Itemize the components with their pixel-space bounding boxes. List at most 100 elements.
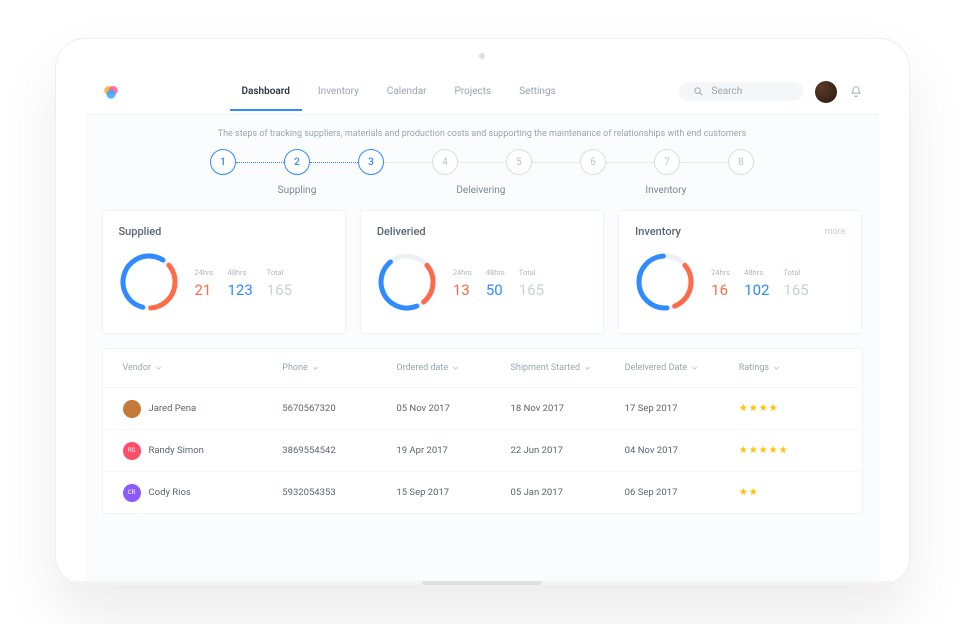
- delivered-date: 06 Sep 2017: [625, 487, 739, 498]
- column-header[interactable]: Vendor: [123, 363, 283, 373]
- laptop-base: [55, 581, 910, 586]
- metric-label: 48hrs: [227, 268, 252, 277]
- step-label: Inventory: [645, 185, 686, 196]
- step-connector: [384, 162, 432, 163]
- column-header[interactable]: Deleivered Date: [625, 363, 739, 373]
- step-5[interactable]: 5: [506, 149, 532, 175]
- step-label: Suppling: [278, 185, 317, 196]
- shipment-started: 05 Jan 2017: [511, 487, 625, 498]
- rating-stars: ★★★★: [739, 403, 842, 414]
- card-title: Deliveried: [377, 225, 426, 238]
- step-1[interactable]: 1: [210, 149, 236, 175]
- stepper-labels: Suppling Deleivering Inventory: [86, 175, 879, 210]
- nav-item-dashboard[interactable]: Dashboard: [230, 72, 302, 111]
- table-header: VendorPhoneOrdered dateShipment StartedD…: [103, 349, 862, 387]
- column-header[interactable]: Phone: [282, 363, 396, 373]
- delivered-date: 04 Nov 2017: [625, 445, 739, 456]
- rating-stars: ★★★★★: [739, 445, 842, 456]
- metric-label: 48hrs: [486, 268, 505, 277]
- card-metrics: 24hrs 16 48hrs 102 Total 165: [711, 268, 809, 299]
- metric-total: 165: [783, 281, 808, 299]
- column-header[interactable]: Ratings: [739, 363, 842, 373]
- chevron-down-icon: [155, 365, 162, 372]
- step-connector: [310, 162, 358, 163]
- page-subtitle: The steps of tracking suppliers, materia…: [86, 115, 879, 149]
- stats-cards: Supplied 24hrs 21 48hrs 123 Total 165: [86, 210, 879, 334]
- ordered-date: 15 Sep 2017: [396, 487, 510, 498]
- metric-label: 24hrs: [195, 268, 214, 277]
- vendor-avatar: RS: [123, 442, 141, 460]
- user-avatar[interactable]: [815, 81, 837, 103]
- step-8[interactable]: 8: [728, 149, 754, 175]
- metric-total: 165: [519, 281, 544, 299]
- column-header[interactable]: Ordered date: [396, 363, 510, 373]
- step-label: Deleivering: [456, 185, 505, 196]
- vendor-table: VendorPhoneOrdered dateShipment StartedD…: [102, 348, 863, 514]
- shipment-started: 22 Jun 2017: [511, 445, 625, 456]
- metric-24h: 21: [195, 281, 214, 299]
- nav-item-settings[interactable]: Settings: [507, 72, 568, 111]
- ordered-date: 19 Apr 2017: [396, 445, 510, 456]
- card-title: Inventory: [635, 225, 681, 238]
- laptop-frame: DashboardInventoryCalendarProjectsSettin…: [55, 38, 910, 586]
- delivered-date: 17 Sep 2017: [625, 403, 739, 414]
- app-screen: DashboardInventoryCalendarProjectsSettin…: [86, 69, 879, 585]
- card-metrics: 24hrs 21 48hrs 123 Total 165: [195, 268, 293, 299]
- stepper: 1 2 3 4 5 6 7 8: [86, 149, 879, 175]
- vendor-name: Randy Simon: [149, 445, 204, 456]
- table-row[interactable]: RS Randy Simon 3869554542 19 Apr 2017 22…: [103, 429, 862, 471]
- nav-item-inventory[interactable]: Inventory: [306, 72, 371, 111]
- search-placeholder: Search: [712, 86, 743, 97]
- step-6[interactable]: 6: [580, 149, 606, 175]
- column-header[interactable]: Shipment Started: [511, 363, 625, 373]
- header-right: Search: [679, 81, 863, 103]
- step-connector: [236, 162, 284, 163]
- rating-stars: ★★: [739, 487, 842, 498]
- step-3[interactable]: 3: [358, 149, 384, 175]
- metric-48h: 50: [486, 281, 505, 299]
- metric-total: 165: [267, 281, 292, 299]
- chevron-down-icon: [312, 365, 319, 372]
- chevron-down-icon: [691, 365, 698, 372]
- vendor-avatar: CR: [123, 484, 141, 502]
- bell-icon[interactable]: [849, 85, 863, 99]
- header: DashboardInventoryCalendarProjectsSettin…: [86, 69, 879, 115]
- vendor-phone: 5670567320: [282, 403, 396, 414]
- table-row[interactable]: CR Cody Rios 5932054353 15 Sep 2017 05 J…: [103, 471, 862, 513]
- logo-icon: [102, 83, 120, 101]
- nav-item-calendar[interactable]: Calendar: [375, 72, 439, 111]
- vendor-avatar: [123, 400, 141, 418]
- vendor-cell: CR Cody Rios: [123, 484, 283, 502]
- chevron-down-icon: [773, 365, 780, 372]
- metric-label: Total: [783, 268, 808, 277]
- step-connector: [458, 162, 506, 163]
- step-2[interactable]: 2: [284, 149, 310, 175]
- search-input[interactable]: Search: [679, 82, 803, 101]
- metric-24h: 16: [711, 281, 730, 299]
- main-nav: DashboardInventoryCalendarProjectsSettin…: [230, 72, 568, 111]
- step-7[interactable]: 7: [654, 149, 680, 175]
- chevron-down-icon: [452, 365, 459, 372]
- vendor-name: Jared Pena: [149, 403, 197, 414]
- metric-label: 24hrs: [453, 268, 472, 277]
- metric-48h: 123: [227, 281, 252, 299]
- vendor-phone: 3869554542: [282, 445, 396, 456]
- card-metrics: 24hrs 13 48hrs 50 Total 165: [453, 268, 544, 299]
- vendor-name: Cody Rios: [149, 487, 191, 498]
- ordered-date: 05 Nov 2017: [396, 403, 510, 414]
- card-more-link[interactable]: more: [825, 227, 846, 237]
- metric-48h: 102: [744, 281, 769, 299]
- nav-item-projects[interactable]: Projects: [443, 72, 504, 111]
- step-connector: [606, 162, 654, 163]
- search-icon: [693, 86, 704, 97]
- donut-chart: [635, 252, 695, 315]
- vendor-cell: Jared Pena: [123, 400, 283, 418]
- vendor-phone: 5932054353: [282, 487, 396, 498]
- stat-card-deliveried: Deliveried 24hrs 13 48hrs 50 Total 165: [360, 210, 604, 334]
- step-4[interactable]: 4: [432, 149, 458, 175]
- metric-label: 24hrs: [711, 268, 730, 277]
- table-row[interactable]: Jared Pena 5670567320 05 Nov 2017 18 Nov…: [103, 387, 862, 429]
- donut-chart: [377, 252, 437, 315]
- stat-card-inventory: Inventory more 24hrs 16 48hrs 102 Total …: [618, 210, 862, 334]
- shipment-started: 18 Nov 2017: [511, 403, 625, 414]
